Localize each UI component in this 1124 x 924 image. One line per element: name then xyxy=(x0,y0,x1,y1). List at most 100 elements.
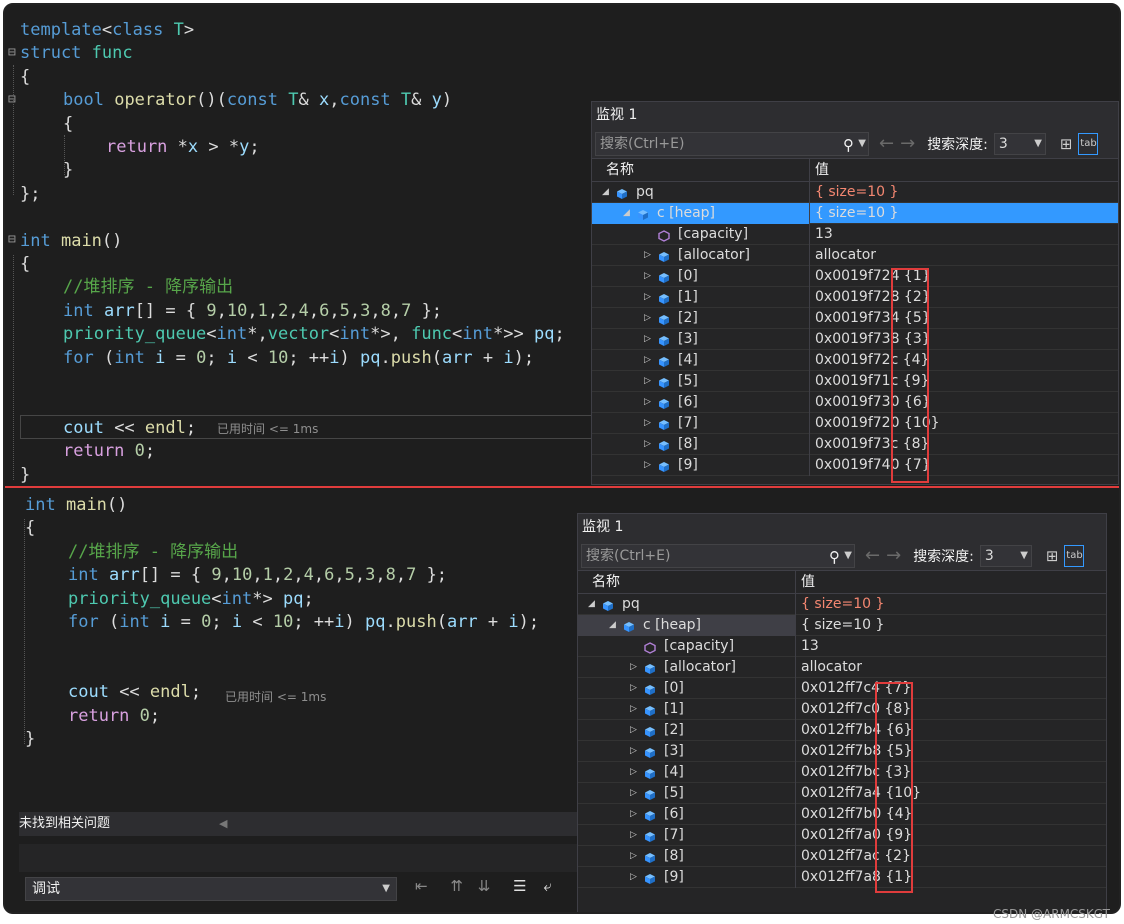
watch-item-value[interactable]: { size=10 } xyxy=(796,594,884,614)
watch-item-value[interactable]: { size=10 } xyxy=(796,615,884,635)
watch-row[interactable]: ▷ [allocator] allocator xyxy=(592,245,1118,266)
expand-arrow-icon[interactable]: ▷ xyxy=(644,413,651,434)
code-line[interactable]: //堆排序 - 降序输出 xyxy=(63,276,233,299)
watch-search-input[interactable]: 搜索(Ctrl+E) ⚲ ▼ xyxy=(581,543,855,568)
collapse-arrow-icon[interactable]: ◢ xyxy=(609,615,616,636)
expand-arrow-icon[interactable]: ▷ xyxy=(630,825,637,846)
code-line[interactable]: { xyxy=(20,66,30,89)
watch-item-value[interactable]: allocator xyxy=(810,245,876,265)
code-line[interactable]: int main() xyxy=(20,230,122,253)
watch-item-value[interactable]: { size=10 } xyxy=(810,182,898,202)
expand-arrow-icon[interactable]: ▷ xyxy=(644,434,651,455)
watch-row[interactable]: ▷ [7] 0x0019f720 {10} xyxy=(592,413,1118,434)
watch-row[interactable]: [capacity] 13 xyxy=(578,636,1106,657)
expand-arrow-icon[interactable]: ▷ xyxy=(630,720,637,741)
expand-arrow-icon[interactable]: ▷ xyxy=(630,678,637,699)
expand-arrow-icon[interactable]: ▷ xyxy=(644,455,651,476)
code-line[interactable]: } xyxy=(63,159,73,182)
watch-row[interactable]: ◢ pq { size=10 } xyxy=(592,182,1118,203)
expand-arrow-icon[interactable]: ▷ xyxy=(644,245,651,266)
search-forward-icon[interactable]: → xyxy=(900,133,915,154)
watch-row[interactable]: ▷ [4] 0x0019f72c {4} xyxy=(592,350,1118,371)
scroll-left-arrow-icon[interactable]: ◀ xyxy=(219,812,227,836)
code-line[interactable]: int main() xyxy=(25,494,127,517)
watch-row[interactable]: ▷ [4] 0x012ff7bc {3} xyxy=(578,762,1106,783)
code-line[interactable]: return *x > *y; xyxy=(106,136,260,159)
expand-arrow-icon[interactable]: ▷ xyxy=(644,350,651,371)
code-line[interactable]: template<class T> xyxy=(20,19,194,42)
code-line[interactable]: } xyxy=(25,728,35,751)
watch-row[interactable]: ▷ [8] 0x012ff7ac {2} xyxy=(578,846,1106,867)
watch-item-value[interactable]: 13 xyxy=(810,224,833,244)
column-name-header[interactable]: 名称 xyxy=(592,159,810,181)
expand-arrow-icon[interactable]: ▷ xyxy=(644,287,651,308)
watch-title[interactable]: 监视 1 xyxy=(592,102,1118,129)
code-line[interactable]: for (int i = 0; i < 10; ++i) pq.push(arr… xyxy=(68,611,539,634)
code-line[interactable]: bool operator()(const T& x,const T& y) xyxy=(63,89,452,112)
watch-row[interactable]: ▷ [3] 0x012ff7b8 {5} xyxy=(578,741,1106,762)
expand-arrow-icon[interactable]: ▷ xyxy=(630,804,637,825)
clear-all-icon[interactable]: ☰ xyxy=(513,877,526,895)
expand-arrow-icon[interactable]: ▷ xyxy=(644,371,651,392)
code-line[interactable]: int arr[] = { 9,10,1,2,4,6,5,3,8,7 }; xyxy=(63,300,442,323)
search-back-icon[interactable]: ← xyxy=(865,545,880,566)
code-line[interactable]: } xyxy=(20,464,30,485)
search-forward-icon[interactable]: → xyxy=(886,545,901,566)
fold-marker-struct[interactable]: ⊟ xyxy=(8,45,16,60)
expand-arrow-icon[interactable]: ▷ xyxy=(630,867,637,888)
search-options-chevron-icon[interactable]: ▼ xyxy=(858,133,866,155)
collapse-arrow-icon[interactable]: ◢ xyxy=(602,182,609,203)
align-bottom-icon[interactable]: ⇊ xyxy=(478,877,491,895)
align-top-icon[interactable]: ⇈ xyxy=(450,877,463,895)
expand-arrow-icon[interactable]: ▷ xyxy=(630,699,637,720)
code-line[interactable]: { xyxy=(25,517,35,540)
search-icon[interactable]: ⚲ xyxy=(829,546,840,568)
expand-arrow-icon[interactable]: ▷ xyxy=(630,741,637,762)
watch-row[interactable]: ▷ [1] 0x0019f728 {2} xyxy=(592,287,1118,308)
watch-item-value[interactable]: 13 xyxy=(796,636,819,656)
word-wrap-icon[interactable]: ⤶ xyxy=(543,877,551,895)
watch-window-top[interactable]: 监视 1 搜索(Ctrl+E) ⚲ ▼ ← → 搜索深度: 3 ▼ ⊞ tab 名称值 ◢ pq{ siz… xyxy=(591,101,1119,485)
collapse-arrow-icon[interactable]: ◢ xyxy=(588,594,595,615)
expand-arrow-icon[interactable]: ▷ xyxy=(630,783,637,804)
search-depth-select[interactable]: 3 ▼ xyxy=(979,544,1032,567)
code-line[interactable]: { xyxy=(20,253,30,276)
watch-row[interactable]: [capacity] 13 xyxy=(592,224,1118,245)
watch-row[interactable]: ▷ [1] 0x012ff7c0 {8} xyxy=(578,699,1106,720)
watch-search-input[interactable]: 搜索(Ctrl+E) ⚲ ▼ xyxy=(595,131,869,156)
code-line[interactable]: return 0; xyxy=(68,705,160,728)
search-options-chevron-icon[interactable]: ▼ xyxy=(844,545,852,567)
watch-row[interactable]: ▷ [5] 0x012ff7a4 {10} xyxy=(578,783,1106,804)
search-back-icon[interactable]: ← xyxy=(879,133,894,154)
watch-window-bottom[interactable]: 监视 1 搜索(Ctrl+E) ⚲ ▼ ← → 搜索深度: 3 ▼ ⊞ tab 名称值 ◢ pq{ siz… xyxy=(577,513,1107,912)
watch-row[interactable]: ▷ [6] 0x012ff7b0 {4} xyxy=(578,804,1106,825)
goto-previous-icon[interactable]: ⇤ xyxy=(415,877,428,895)
expand-arrow-icon[interactable]: ▷ xyxy=(644,266,651,287)
tab-view-icon[interactable]: tab xyxy=(1078,132,1099,155)
fold-marker-operator[interactable]: ⊟ xyxy=(8,92,16,107)
watch-row[interactable]: ▷ [2] 0x012ff7b4 {6} xyxy=(578,720,1106,741)
pin-icon[interactable]: ⊞ xyxy=(1046,547,1059,565)
search-icon[interactable]: ⚲ xyxy=(843,134,854,156)
watch-row[interactable]: ▷ [7] 0x012ff7a0 {9} xyxy=(578,825,1106,846)
code-line[interactable]: priority_queue<int*> pq; xyxy=(68,588,314,611)
watch-row[interactable]: ▷ [8] 0x0019f73c {8} xyxy=(592,434,1118,455)
expand-arrow-icon[interactable]: ▷ xyxy=(644,308,651,329)
watch-title[interactable]: 监视 1 xyxy=(578,514,1106,541)
expand-arrow-icon[interactable]: ▷ xyxy=(630,657,637,678)
code-line[interactable]: { xyxy=(63,113,73,136)
expand-arrow-icon[interactable]: ▷ xyxy=(630,762,637,783)
search-depth-select[interactable]: 3 ▼ xyxy=(993,132,1046,155)
watch-row[interactable]: ◢ c [heap] { size=10 } xyxy=(578,615,1106,636)
watch-row[interactable]: ▷ [0] 0x0019f724 {1} xyxy=(592,266,1118,287)
collapse-arrow-icon[interactable]: ◢ xyxy=(623,203,630,224)
watch-item-value[interactable]: allocator xyxy=(796,657,862,677)
code-line[interactable]: return 0; xyxy=(63,440,155,463)
column-value-header[interactable]: 值 xyxy=(796,571,815,593)
column-name-header[interactable]: 名称 xyxy=(578,571,796,593)
watch-row[interactable]: ▷ [6] 0x0019f730 {6} xyxy=(592,392,1118,413)
expand-arrow-icon[interactable]: ▷ xyxy=(644,392,651,413)
code-line[interactable]: cout << endl; xyxy=(68,681,201,704)
code-line[interactable]: cout << endl; xyxy=(63,417,196,440)
fold-marker-main[interactable]: ⊟ xyxy=(8,232,16,247)
